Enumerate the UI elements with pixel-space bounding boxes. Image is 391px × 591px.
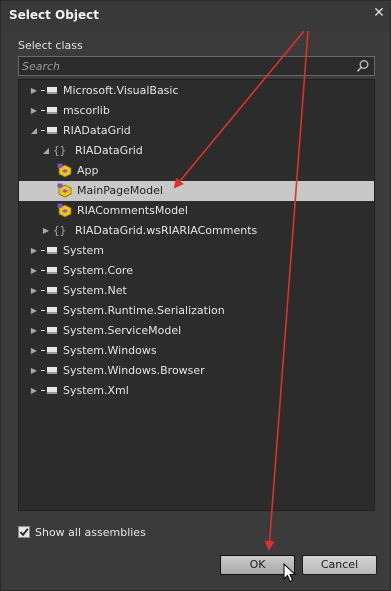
tree-row[interactable]: MainPageModel [19, 181, 374, 201]
assembly-icon [41, 366, 57, 376]
tree-row[interactable]: ◢{} RIADataGrid [19, 141, 374, 161]
close-icon[interactable]: ✕ [371, 5, 387, 21]
expand-arrow-icon[interactable]: ▶ [29, 85, 39, 97]
mouse-cursor-icon [283, 563, 297, 583]
tree-row-label: mscorlib [63, 104, 110, 117]
expand-arrow-icon[interactable]: ▶ [29, 305, 39, 317]
tree-row[interactable]: ▶ System.ServiceModel [19, 321, 374, 341]
select-class-label: Select class [18, 39, 83, 52]
tree-row-label: RIADataGrid [75, 144, 143, 157]
cancel-button[interactable]: Cancel [302, 555, 377, 575]
assembly-icon [41, 346, 57, 356]
search-box[interactable] [18, 56, 375, 76]
expand-arrow-icon[interactable]: ▶ [29, 345, 39, 357]
expand-arrow-icon[interactable]: ▶ [29, 365, 39, 377]
title-bar: Select Object ✕ [1, 1, 390, 31]
collapse-arrow-icon[interactable]: ◢ [41, 145, 51, 157]
tree-row[interactable]: App [19, 161, 374, 181]
tree-row-label: System.Windows [63, 344, 157, 357]
class-icon [57, 203, 72, 218]
tree-row[interactable]: ▶{} RIADataGrid.wsRIARIAComments [19, 221, 374, 241]
assembly-icon [41, 386, 57, 396]
assembly-icon [41, 126, 57, 136]
show-all-assemblies-checkbox[interactable] [18, 526, 30, 538]
tree-row[interactable]: ▶ Microsoft.VisualBasic [19, 81, 374, 101]
class-icon [57, 183, 72, 198]
tree-row-label: System.Net [63, 284, 127, 297]
tree-row-label: System.Runtime.Serialization [63, 304, 225, 317]
expand-arrow-icon[interactable]: ▶ [41, 225, 51, 237]
assembly-icon [41, 326, 57, 336]
tree-row[interactable]: ▶ System.Windows [19, 341, 374, 361]
tree-row-label: RIACommentsModel [77, 204, 188, 217]
expand-arrow-icon[interactable]: ▶ [29, 105, 39, 117]
expand-arrow-icon[interactable]: ▶ [29, 245, 39, 257]
tree-row[interactable]: ▶ System.Net [19, 281, 374, 301]
assembly-icon [41, 286, 57, 296]
assembly-icon [41, 246, 57, 256]
tree-row[interactable]: ▶ System [19, 241, 374, 261]
select-object-dialog: Select Object ✕ Select class ▶ Microsoft.… [0, 0, 391, 591]
class-tree[interactable]: ▶ Microsoft.VisualBasic ▶ mscorlib ◢ RIADataG… [18, 79, 375, 511]
tree-row[interactable]: ▶ System.Windows.Browser [19, 361, 374, 381]
show-all-assemblies-label[interactable]: Show all assemblies [35, 526, 146, 539]
tree-row-label: Microsoft.VisualBasic [63, 84, 179, 97]
checkmark-icon [19, 528, 29, 537]
dialog-title: Select Object [9, 8, 99, 22]
expand-arrow-icon[interactable]: ▶ [29, 285, 39, 297]
assembly-icon [41, 266, 57, 276]
tree-row-label: System [63, 244, 105, 257]
tree-row-label: App [77, 164, 99, 177]
tree-row-label: System.Windows.Browser [63, 364, 205, 377]
assembly-icon [41, 106, 57, 116]
namespace-icon: {} [53, 144, 67, 157]
tree-row[interactable]: ▶ mscorlib [19, 101, 374, 121]
class-icon [57, 163, 72, 178]
search-icon[interactable] [356, 59, 370, 73]
tree-row[interactable]: RIACommentsModel [19, 201, 374, 221]
assembly-icon [41, 86, 57, 96]
search-input[interactable] [22, 58, 352, 74]
tree-row-label: RIADataGrid.wsRIARIAComments [75, 224, 258, 237]
tree-row[interactable]: ▶ System.Runtime.Serialization [19, 301, 374, 321]
collapse-arrow-icon[interactable]: ◢ [29, 125, 39, 137]
tree-row[interactable]: ▶ System.Core [19, 261, 374, 281]
namespace-icon: {} [53, 224, 67, 237]
expand-arrow-icon[interactable]: ▶ [29, 265, 39, 277]
tree-row-label: System.Core [63, 264, 133, 277]
expand-arrow-icon[interactable]: ▶ [29, 325, 39, 337]
tree-row-label: System.ServiceModel [63, 324, 182, 337]
tree-row[interactable]: ▶ System.Xml [19, 381, 374, 401]
tree-row-label: RIADataGrid [63, 124, 131, 137]
assembly-icon [41, 306, 57, 316]
expand-arrow-icon[interactable]: ▶ [29, 385, 39, 397]
tree-row[interactable]: ◢ RIADataGrid [19, 121, 374, 141]
tree-row-label: MainPageModel [77, 184, 163, 197]
tree-row-label: System.Xml [63, 384, 129, 397]
